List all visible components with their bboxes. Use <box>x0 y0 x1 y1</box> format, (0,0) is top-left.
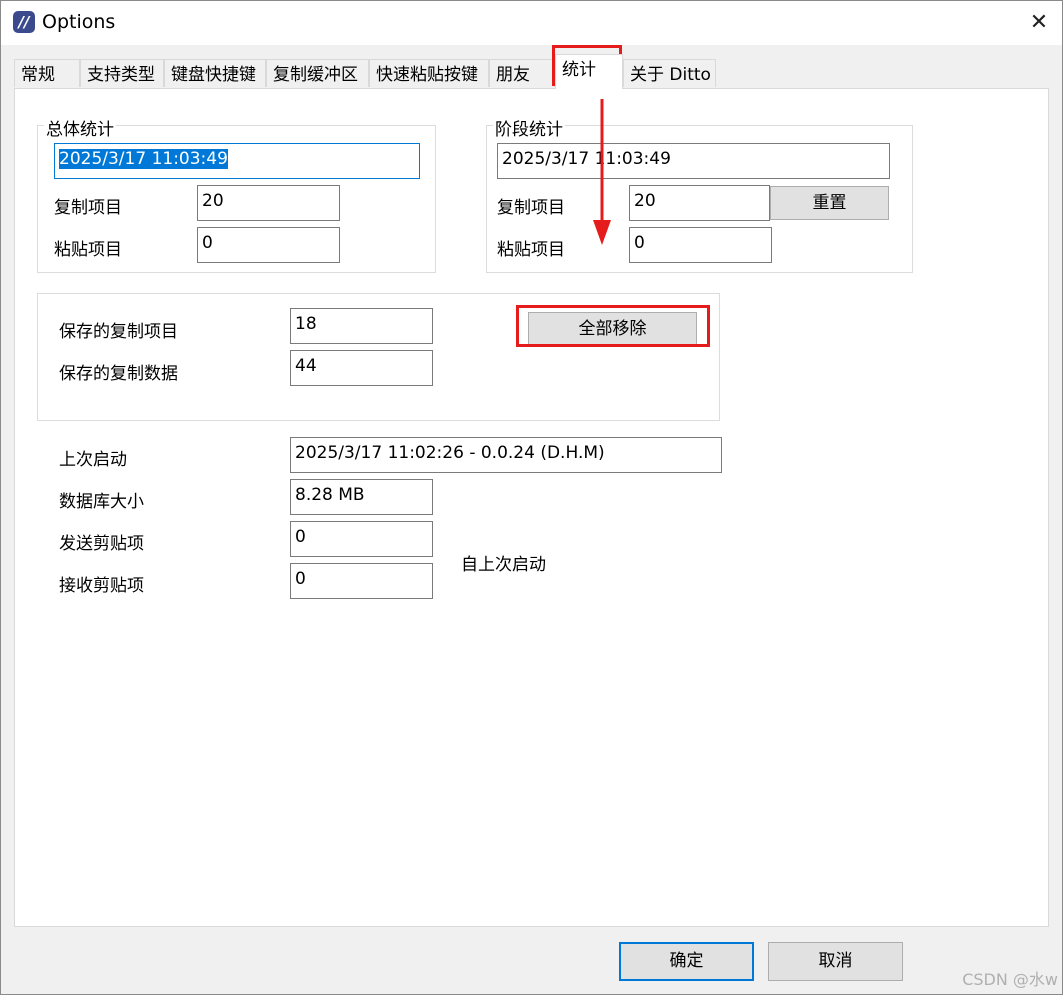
saved-data-label: 保存的复制数据 <box>59 364 178 384</box>
remove-all-button[interactable]: 全部移除 <box>528 312 697 346</box>
tab-quick-paste-keys[interactable]: 快速粘贴按键 <box>369 59 489 87</box>
close-icon[interactable]: ✕ <box>1016 1 1062 45</box>
tab-statistics[interactable]: 统计 <box>555 54 623 89</box>
received-clips-label: 接收剪贴项 <box>59 576 144 596</box>
options-window: // Options ✕ 常规 支持类型 键盘快捷键 复制缓冲区 快速粘贴按键 … <box>0 0 1063 995</box>
tab-friends[interactable]: 朋友 <box>489 59 555 87</box>
overall-copy-label: 复制项目 <box>54 198 122 218</box>
stage-date-field[interactable]: 2025/3/17 11:03:49 <box>497 143 890 179</box>
db-size-field[interactable]: 8.28 MB <box>290 479 433 515</box>
stage-paste-field[interactable]: 0 <box>629 227 772 263</box>
sent-clips-label: 发送剪贴项 <box>59 534 144 554</box>
reset-button[interactable]: 重置 <box>770 186 889 220</box>
received-clips-field[interactable]: 0 <box>290 563 433 599</box>
window-title: Options <box>42 11 116 33</box>
overall-date-value: 2025/3/17 11:03:49 <box>59 149 228 169</box>
stage-copy-label: 复制项目 <box>497 198 565 218</box>
tab-keyboard-shortcuts[interactable]: 键盘快捷键 <box>164 59 266 87</box>
overall-date-field[interactable]: 2025/3/17 11:03:49 <box>54 143 420 179</box>
overall-paste-field[interactable]: 0 <box>197 227 340 263</box>
cancel-button[interactable]: 取消 <box>768 942 903 981</box>
statistics-panel: 总体统计 2025/3/17 11:03:49 复制项目 20 粘贴项目 0 阶… <box>14 88 1049 927</box>
overall-stats-title: 总体统计 <box>44 115 116 140</box>
tab-general[interactable]: 常规 <box>14 59 80 87</box>
annotation-arrow-icon <box>593 99 611 245</box>
ditto-app-icon: // <box>13 11 35 33</box>
db-size-label: 数据库大小 <box>59 492 144 512</box>
last-start-field[interactable]: 2025/3/17 11:02:26 - 0.0.24 (D.H.M) <box>290 437 722 473</box>
title-bar: // Options ✕ <box>1 1 1062 45</box>
since-last-start-label: 自上次启动 <box>461 555 546 575</box>
tab-supported-types[interactable]: 支持类型 <box>80 59 164 87</box>
saved-data-field[interactable]: 44 <box>290 350 433 386</box>
overall-copy-field[interactable]: 20 <box>197 185 340 221</box>
sent-clips-field[interactable]: 0 <box>290 521 433 557</box>
saved-items-label: 保存的复制项目 <box>59 322 178 342</box>
tab-copy-buffers[interactable]: 复制缓冲区 <box>266 59 369 87</box>
saved-items-field[interactable]: 18 <box>290 308 433 344</box>
ok-button[interactable]: 确定 <box>619 942 754 981</box>
stage-stats-title: 阶段统计 <box>493 115 565 140</box>
last-start-label: 上次启动 <box>59 450 127 470</box>
stage-copy-field[interactable]: 20 <box>629 185 770 221</box>
stage-paste-label: 粘贴项目 <box>497 240 565 260</box>
overall-paste-label: 粘贴项目 <box>54 240 122 260</box>
csdn-watermark: CSDN @水w <box>962 970 1058 989</box>
tab-about-ditto[interactable]: 关于 Ditto <box>623 59 716 87</box>
